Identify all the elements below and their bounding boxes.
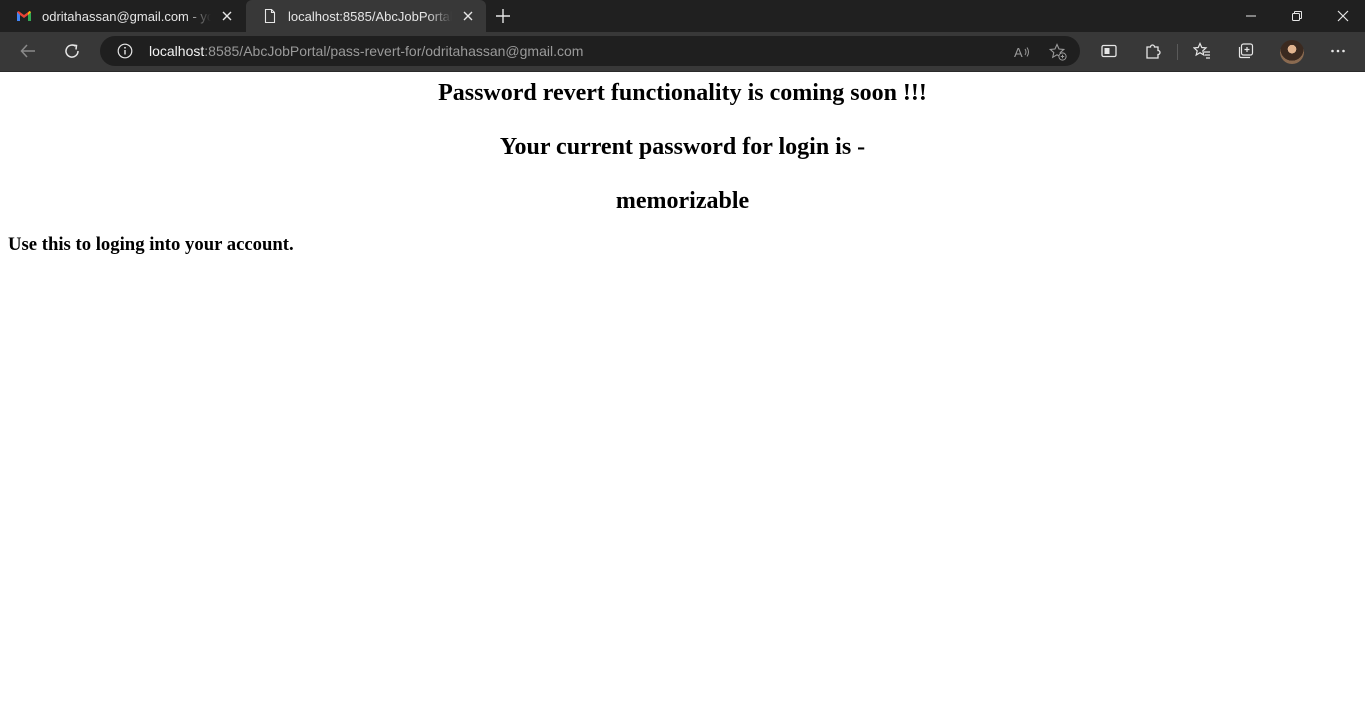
puzzle-icon xyxy=(1146,44,1161,59)
page-content: Password revert functionality is coming … xyxy=(0,72,1365,716)
split-screen-button[interactable] xyxy=(1098,40,1120,62)
page-icon xyxy=(264,8,276,24)
svg-text:A: A xyxy=(1014,45,1023,60)
tab-gmail[interactable]: odritahassan@gmail.com - your password xyxy=(0,0,245,32)
favorites-button[interactable] xyxy=(1191,40,1213,62)
current-password-heading: Your current password for login is - xyxy=(499,134,866,160)
read-aloud-icon[interactable]: A xyxy=(1013,43,1031,61)
toolbar-divider xyxy=(1177,44,1178,60)
url-text[interactable]: localhost:8585/AbcJobPortal/pass-revert-… xyxy=(149,43,583,59)
back-button[interactable] xyxy=(17,40,39,62)
collections-button[interactable] xyxy=(1235,40,1257,62)
url-host: localhost xyxy=(149,43,205,59)
info-icon[interactable] xyxy=(117,43,133,59)
close-tab-icon[interactable] xyxy=(219,8,235,24)
tab-title: odritahassan@gmail.com - your password xyxy=(42,8,211,24)
refresh-button[interactable] xyxy=(61,40,83,62)
settings-more-button[interactable] xyxy=(1327,40,1349,62)
refresh-icon xyxy=(65,44,79,58)
new-tab-icon[interactable] xyxy=(495,8,511,24)
minimize-button[interactable] xyxy=(1228,0,1274,32)
close-tab-icon[interactable] xyxy=(460,8,476,24)
address-bar[interactable]: localhost:8585/AbcJobPortal/pass-revert-… xyxy=(100,36,1080,66)
restore-icon xyxy=(1292,11,1302,21)
gmail-icon xyxy=(17,11,31,21)
minimize-icon xyxy=(1246,15,1256,17)
profile-avatar[interactable] xyxy=(1280,40,1304,64)
split-screen-icon xyxy=(1101,44,1117,58)
favorites-icon xyxy=(1193,42,1210,59)
restore-button[interactable] xyxy=(1274,0,1320,32)
extensions-button[interactable] xyxy=(1142,40,1164,62)
close-icon xyxy=(1337,10,1349,22)
tab-localhost[interactable]: localhost:8585/AbcJobPortal/pass-revert-… xyxy=(246,0,486,32)
more-icon xyxy=(1331,49,1345,53)
tab-strip: odritahassan@gmail.com - your password l… xyxy=(0,0,1365,32)
collections-icon xyxy=(1238,43,1254,59)
browser-toolbar: localhost:8585/AbcJobPortal/pass-revert-… xyxy=(0,32,1365,72)
url-path: :8585/AbcJobPortal/pass-revert-for/odrit… xyxy=(204,43,584,59)
add-favorite-icon[interactable] xyxy=(1049,43,1067,61)
tab-title: localhost:8585/AbcJobPortal/pass-revert-… xyxy=(288,8,452,24)
close-window-button[interactable] xyxy=(1320,0,1365,32)
notice-heading: Password revert functionality is coming … xyxy=(438,80,927,106)
instruction-text: Use this to loging into your account. xyxy=(8,234,294,255)
password-value: memorizable xyxy=(615,188,750,214)
back-arrow-icon xyxy=(20,44,35,58)
